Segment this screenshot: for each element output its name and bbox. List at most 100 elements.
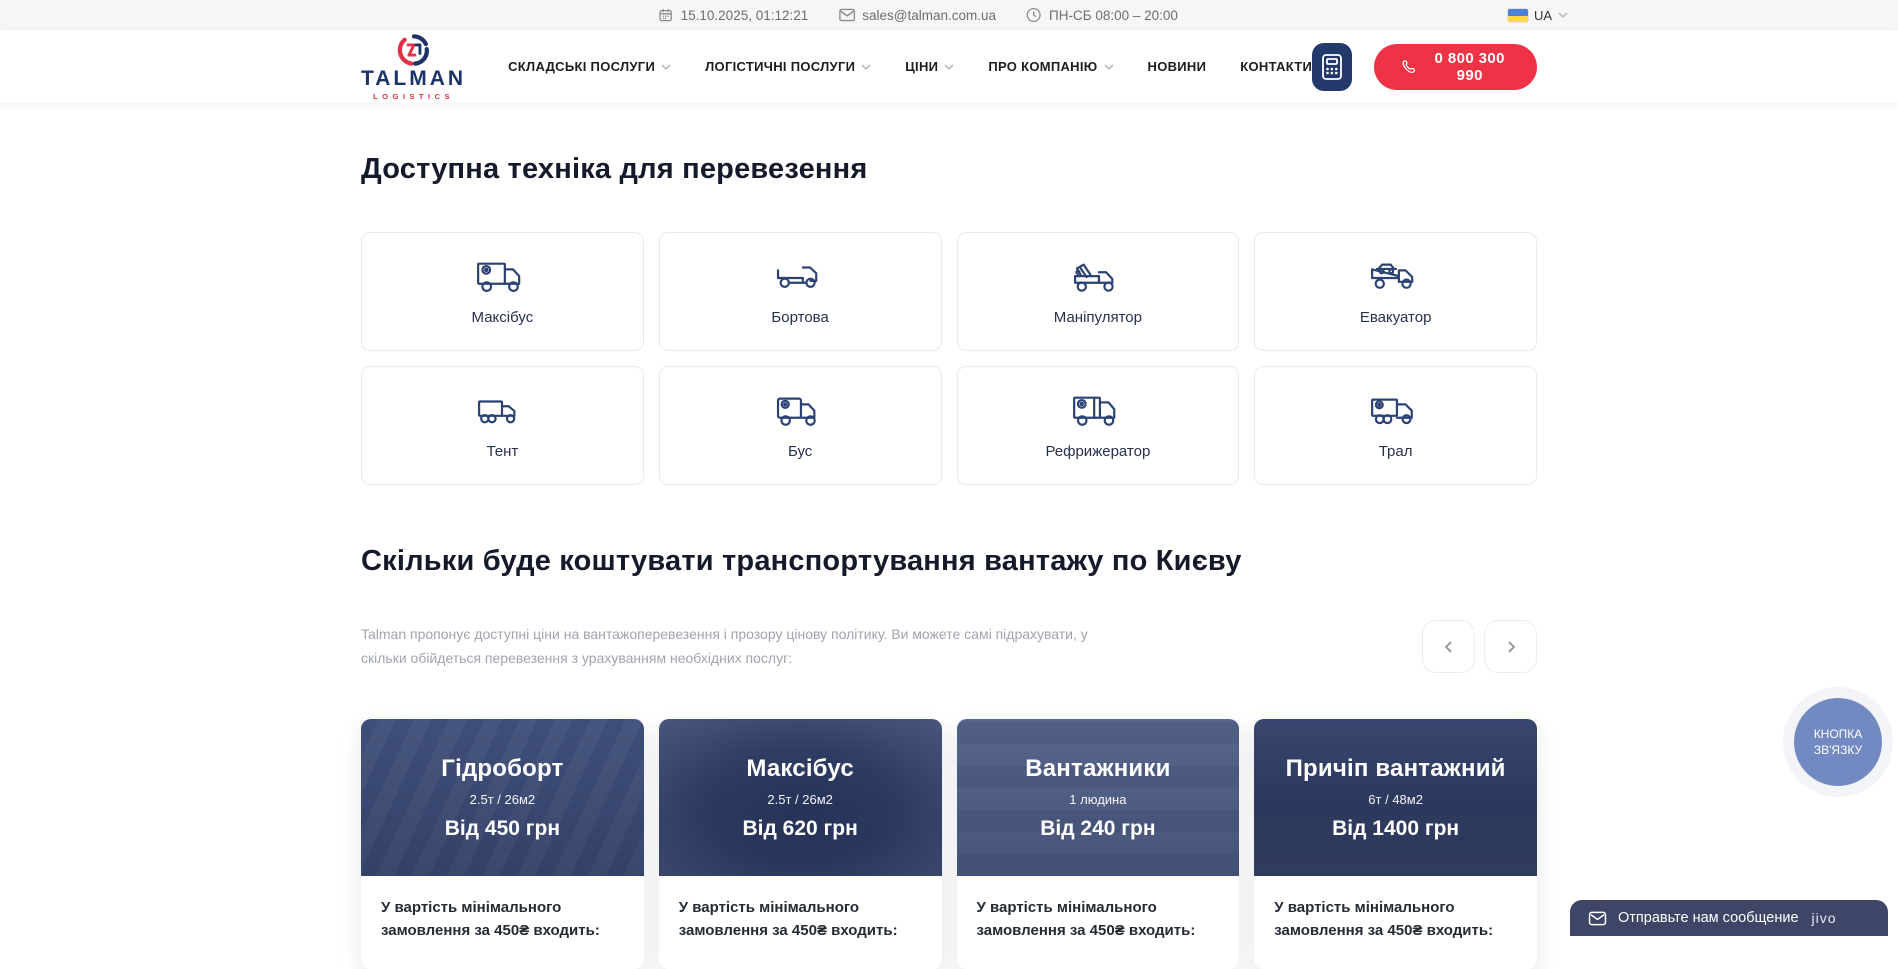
pricing-carousel-controls [1422,620,1537,673]
vehicles-section: Доступна техніка для перевезення Максібу… [361,103,1537,485]
pricing-card-image: Максібус 2.5т / 26м2 Від 620 грн [659,719,942,876]
nav-item-label: КОНТАКТИ [1240,59,1312,74]
main-content: Доступна техніка для перевезення Максібу… [361,103,1537,969]
pricing-card: Вантажники 1 людина Від 240 грн У вартіс… [957,719,1240,969]
talman-logo[interactable]: TALMAN LOGISTICS [361,33,466,101]
vehicle-label: Трал [1379,443,1413,460]
vehicle-card[interactable]: Бус [659,366,942,485]
chevron-down-icon [1558,12,1568,18]
nav-item[interactable]: СКЛАДСЬКІ ПОСЛУГИ [508,59,671,74]
pricing-card-price: Від 240 грн [1040,817,1155,841]
vehicles-grid: Максібус Бортова Маніпулятор Евакуатор [361,232,1537,485]
main-nav: СКЛАДСЬКІ ПОСЛУГИ ЛОГІСТИЧНІ ПОСЛУГИ ЦІН… [508,59,1312,74]
pricing-card-name: Причіп вантажний [1286,755,1506,783]
vehicle-label: Маніпулятор [1054,309,1142,326]
nav-item-label: ЦІНИ [905,59,938,74]
calculator-icon [1320,53,1344,81]
pricing-card-spec: 2.5т / 26м2 [470,792,536,807]
nav-item[interactable]: НОВИНИ [1148,59,1207,74]
pricing-card-spec: 1 людина [1069,792,1126,807]
email-item: sales@talman.com.ua [838,8,996,23]
pricing-card-body: У вартість мінімального замовлення за 45… [361,876,644,969]
pricing-card-body: У вартість мінімального замовлення за 45… [957,876,1240,969]
vehicle-label: Бортова [771,309,828,326]
carousel-next-button[interactable] [1484,620,1537,673]
vehicle-label: Евакуатор [1360,309,1432,326]
carousel-prev-button[interactable] [1422,620,1475,673]
chevron-down-icon [861,64,871,70]
pricing-card-name: Вантажники [1025,755,1170,783]
lowboy-truck-icon [1367,391,1425,433]
pricing-description: Talman пропонує доступні ціни на вантажо… [361,623,1131,669]
chat-widget-button[interactable]: КНОПКА ЗВ'ЯЗКУ [1783,687,1893,797]
envelope-icon [838,8,855,22]
nav-item-label: НОВИНИ [1148,59,1207,74]
jivo-message-label: Отправьте нам сообщение [1618,910,1799,926]
language-label: UA [1534,8,1552,23]
language-selector[interactable]: UA [1508,0,1568,30]
vehicle-label: Бус [788,443,812,460]
calendar-icon [658,7,674,23]
message-envelope-icon [1588,911,1607,926]
vehicle-card[interactable]: Евакуатор [1254,232,1537,351]
tow-truck-icon [1367,257,1425,299]
topbar-info: 15.10.2025, 01:12:21 sales@talman.com.ua… [658,0,1178,30]
vehicle-card[interactable]: Бортова [659,232,942,351]
vehicle-label: Максібус [472,309,534,326]
nav-item[interactable]: ЦІНИ [905,59,954,74]
nav-item[interactable]: КОНТАКТИ [1240,59,1312,74]
vehicle-card[interactable]: Рефрижератор [957,366,1240,485]
datetime-text: 15.10.2025, 01:12:21 [681,8,809,23]
pricing-card-image: Гідроборт 2.5т / 26м2 Від 450 грн [361,719,644,876]
vehicle-card[interactable]: Максібус [361,232,644,351]
van-truck-icon [771,391,829,433]
vehicle-card[interactable]: Тент [361,366,644,485]
nav-item-label: ЛОГІСТИЧНІ ПОСЛУГИ [705,59,855,74]
working-hours-item: ПН-СБ 08:00 – 20:00 [1026,7,1178,23]
refrigerator-truck-icon [1069,391,1127,433]
calculator-button[interactable] [1312,43,1352,91]
pricing-card-image: Причіп вантажний 6т / 48м2 Від 1400 грн [1254,719,1537,876]
chat-button-label: КНОПКА ЗВ'ЯЗКУ [1806,726,1870,758]
pricing-card: Максібус 2.5т / 26м2 Від 620 грн У варті… [659,719,942,969]
jivo-brand-label: jivo [1812,910,1837,926]
working-hours-text: ПН-СБ 08:00 – 20:00 [1049,8,1178,23]
chevron-down-icon [944,64,954,70]
vehicle-card[interactable]: Маніпулятор [957,232,1240,351]
chevron-left-icon [1442,640,1456,654]
chevron-right-icon [1504,640,1518,654]
phone-button[interactable]: 0 800 300 990 [1374,44,1537,90]
jivo-chat-bar[interactable]: Отправьте нам сообщение jivo [1570,900,1888,936]
pricing-card-name: Гідроборт [441,755,563,783]
talman-emblem-icon [397,33,431,67]
phone-number: 0 800 300 990 [1428,50,1511,84]
ukraine-flag-icon [1508,9,1528,22]
header-actions: 0 800 300 990 [1312,43,1537,91]
chat-circle: КНОПКА ЗВ'ЯЗКУ [1794,698,1882,786]
logo-subtitle: LOGISTICS [373,92,454,101]
pricing-card-spec: 2.5т / 26м2 [767,792,833,807]
pricing-card-image: Вантажники 1 людина Від 240 грн [957,719,1240,876]
pricing-card-price: Від 1400 грн [1332,817,1459,841]
pricing-card-body: У вартість мінімального замовлення за 45… [1254,876,1537,969]
clock-icon [1026,7,1042,23]
phone-icon [1400,57,1416,77]
pricing-card-name: Максібус [746,755,854,783]
nav-item[interactable]: ПРО КОМПАНІЮ [988,59,1113,74]
nav-item[interactable]: ЛОГІСТИЧНІ ПОСЛУГИ [705,59,871,74]
pricing-card-price: Від 450 грн [445,817,560,841]
vehicle-card[interactable]: Трал [1254,366,1537,485]
chevron-down-icon [661,64,671,70]
topbar: 15.10.2025, 01:12:21 sales@talman.com.ua… [0,0,1898,30]
pricing-card-price: Від 620 грн [742,817,857,841]
pricing-section: Скільки буде коштувати транспортування в… [361,485,1537,969]
flatbed-truck-icon [771,257,829,299]
maxibus-truck-icon [473,257,531,299]
pricing-title: Скільки буде коштувати транспортування в… [361,545,1537,578]
email-text: sales@talman.com.ua [862,8,996,23]
pricing-cards: Гідроборт 2.5т / 26м2 Від 450 грн У варт… [361,719,1537,969]
tent-truck-icon [473,391,531,433]
vehicle-label: Тент [486,443,518,460]
crane-truck-icon [1069,257,1127,299]
pricing-card-spec: 6т / 48м2 [1368,792,1423,807]
